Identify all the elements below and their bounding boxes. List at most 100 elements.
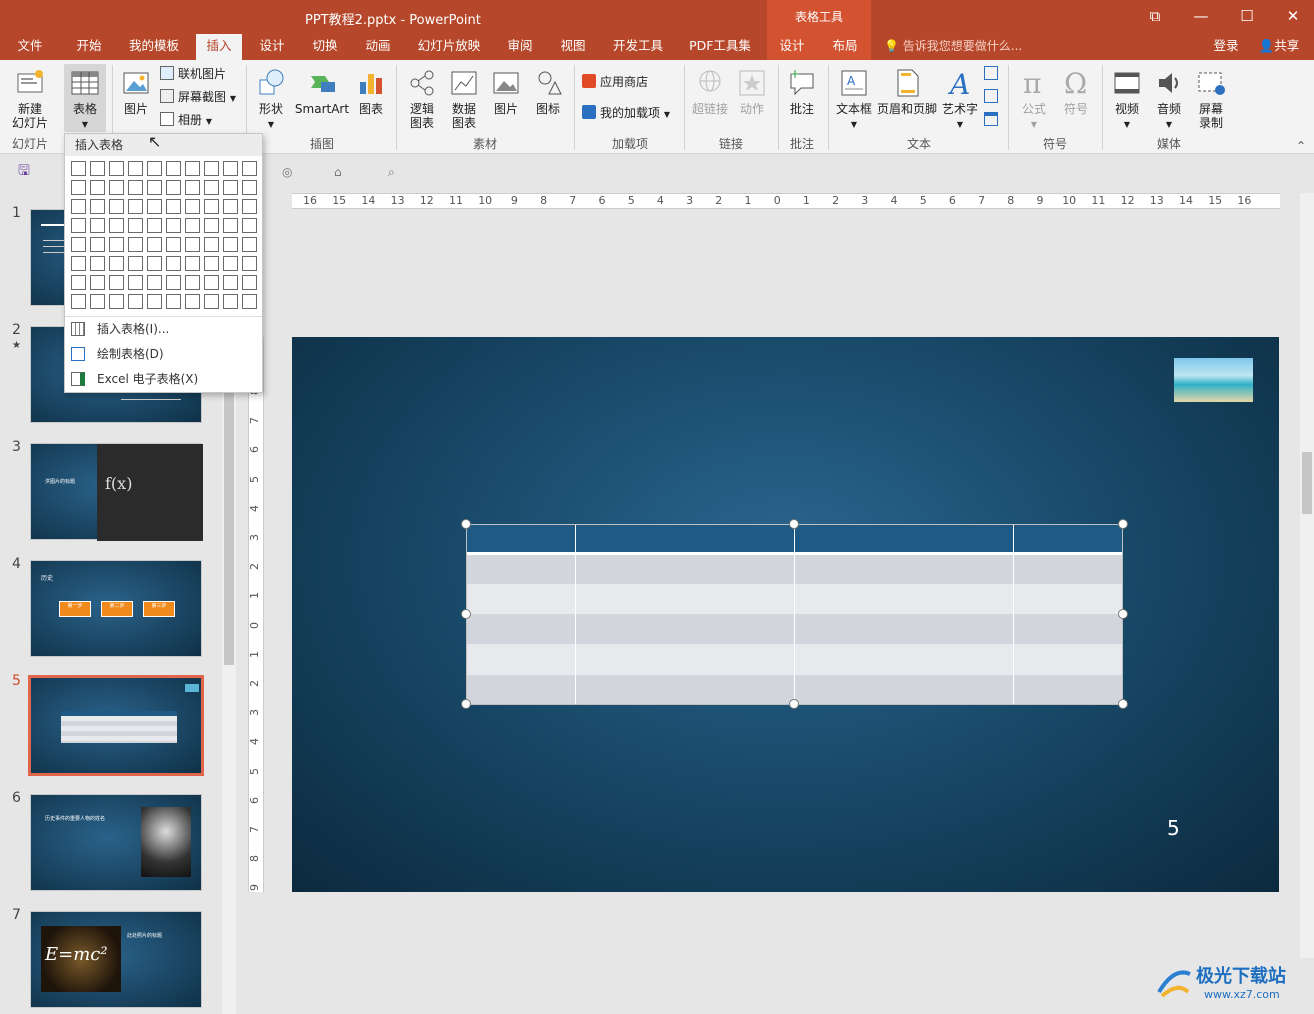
grid-cell[interactable] <box>128 256 143 271</box>
grid-cell[interactable] <box>185 161 200 176</box>
grid-cell[interactable] <box>166 256 181 271</box>
main-scroll-thumb[interactable] <box>1302 452 1312 514</box>
header-footer-button[interactable]: 页眉和页脚 <box>876 68 938 116</box>
grid-cell[interactable] <box>242 161 257 176</box>
logic-chart-button[interactable]: 逻辑 图表 <box>402 68 442 130</box>
grid-cell[interactable] <box>128 180 143 195</box>
maximize-button[interactable]: ☐ <box>1224 0 1270 34</box>
equation-button[interactable]: π 公式 ▼ <box>1014 68 1054 132</box>
shapes-button[interactable]: 形状 ▼ <box>252 68 290 132</box>
grid-cell[interactable] <box>242 218 257 233</box>
resize-handle[interactable] <box>461 609 471 619</box>
minimize-button[interactable]: — <box>1178 0 1224 34</box>
grid-cell[interactable] <box>223 275 238 290</box>
smartart-button[interactable]: SmartArt <box>294 68 350 116</box>
excel-table-item[interactable]: Excel 电子表格(X) <box>65 367 262 391</box>
screenshot-button[interactable]: 屏幕截图 ▼ <box>160 89 236 107</box>
resize-handle[interactable] <box>461 519 471 529</box>
comment-button[interactable]: + 批注 <box>784 68 820 116</box>
grid-cell[interactable] <box>242 256 257 271</box>
grid-cell[interactable] <box>204 294 219 309</box>
video-button[interactable]: 视频 ▼ <box>1108 68 1146 132</box>
beach-picture[interactable] <box>1174 358 1253 402</box>
my-addins-button[interactable]: 我的加载项 ▼ <box>582 105 670 123</box>
grid-cell[interactable] <box>204 199 219 214</box>
grid-cell[interactable] <box>71 199 86 214</box>
grid-cell[interactable] <box>71 294 86 309</box>
grid-cell[interactable] <box>147 237 162 252</box>
grid-cell[interactable] <box>90 294 105 309</box>
slide-thumbnail-6[interactable]: 历史事件的重要人物的姓名 <box>30 794 202 891</box>
grid-cell[interactable] <box>242 275 257 290</box>
grid-cell[interactable] <box>223 294 238 309</box>
new-slide-button[interactable]: 新建 幻灯片 <box>6 68 54 130</box>
grid-cell[interactable] <box>109 218 124 233</box>
grid-cell[interactable] <box>147 294 162 309</box>
slide-thumbnail-7[interactable]: E=mc² 此处照片的标题 <box>30 911 202 1008</box>
grid-cell[interactable] <box>185 199 200 214</box>
grid-cell[interactable] <box>223 218 238 233</box>
tab-view[interactable]: 视图 <box>551 34 595 60</box>
grid-cell[interactable] <box>90 237 105 252</box>
grid-cell[interactable] <box>109 294 124 309</box>
grid-cell[interactable] <box>223 256 238 271</box>
grid-cell[interactable] <box>109 180 124 195</box>
grid-cell[interactable] <box>166 275 181 290</box>
album-button[interactable]: 相册 ▼ <box>160 112 212 130</box>
tab-developer[interactable]: 开发工具 <box>606 34 670 60</box>
grid-cell[interactable] <box>128 237 143 252</box>
table-button[interactable]: 表格 ▼ <box>64 64 106 132</box>
grid-cell[interactable] <box>128 294 143 309</box>
tab-design[interactable]: 设计 <box>250 34 294 60</box>
hyperlink-button[interactable]: 超链接 <box>690 68 730 116</box>
grid-cell[interactable] <box>90 275 105 290</box>
grid-cell[interactable] <box>166 161 181 176</box>
grid-cell[interactable] <box>242 180 257 195</box>
save-icon[interactable]: 🖫 <box>18 163 30 179</box>
slide-number-button[interactable] <box>984 89 1002 105</box>
grid-cell[interactable] <box>109 199 124 214</box>
grid-cell[interactable] <box>166 237 181 252</box>
date-time-button[interactable] <box>984 66 1002 82</box>
grid-cell[interactable] <box>223 180 238 195</box>
object-button[interactable] <box>984 112 1002 128</box>
grid-cell[interactable] <box>223 237 238 252</box>
symbol-button[interactable]: Ω 符号 <box>1056 68 1096 116</box>
grid-cell[interactable] <box>166 218 181 233</box>
grid-cell[interactable] <box>185 218 200 233</box>
grid-cell[interactable] <box>71 256 86 271</box>
slide-thumbnail-5[interactable] <box>28 675 204 776</box>
grid-cell[interactable] <box>185 275 200 290</box>
grid-cell[interactable] <box>90 199 105 214</box>
resize-handle[interactable] <box>789 519 799 529</box>
tab-transitions[interactable]: 切换 <box>303 34 347 60</box>
grid-cell[interactable] <box>90 180 105 195</box>
chart-button[interactable]: 图表 <box>354 68 388 116</box>
grid-cell[interactable] <box>185 237 200 252</box>
grid-cell[interactable] <box>71 275 86 290</box>
grid-cell[interactable] <box>204 180 219 195</box>
ribbon-display-options-icon[interactable]: ⧉ <box>1132 0 1178 34</box>
grid-cell[interactable] <box>109 237 124 252</box>
grid-cell[interactable] <box>242 237 257 252</box>
tab-table-layout[interactable]: 布局 <box>823 34 867 60</box>
grid-cell[interactable] <box>185 180 200 195</box>
grid-cell[interactable] <box>147 161 162 176</box>
collapse-ribbon-icon[interactable]: ⌃ <box>1296 138 1306 154</box>
grid-cell[interactable] <box>109 256 124 271</box>
grid-cell[interactable] <box>147 199 162 214</box>
tab-pdf-tools[interactable]: PDF工具集 <box>683 34 757 60</box>
grid-cell[interactable] <box>128 161 143 176</box>
grid-cell[interactable] <box>204 161 219 176</box>
login-button[interactable]: 登录 <box>1206 34 1246 60</box>
app-store-button[interactable]: 应用商店 <box>582 74 648 90</box>
tab-insert[interactable]: 插入 <box>196 34 242 60</box>
from-beginning-icon[interactable]: ◎ <box>282 164 292 180</box>
grid-cell[interactable] <box>147 218 162 233</box>
resize-handle[interactable] <box>789 699 799 709</box>
grid-cell[interactable] <box>90 218 105 233</box>
grid-cell[interactable] <box>166 294 181 309</box>
action-button[interactable]: 动作 <box>734 68 770 116</box>
grid-cell[interactable] <box>166 199 181 214</box>
slide-thumbnail-4[interactable]: 历史 第一步 第二步 第三步 <box>30 560 202 657</box>
